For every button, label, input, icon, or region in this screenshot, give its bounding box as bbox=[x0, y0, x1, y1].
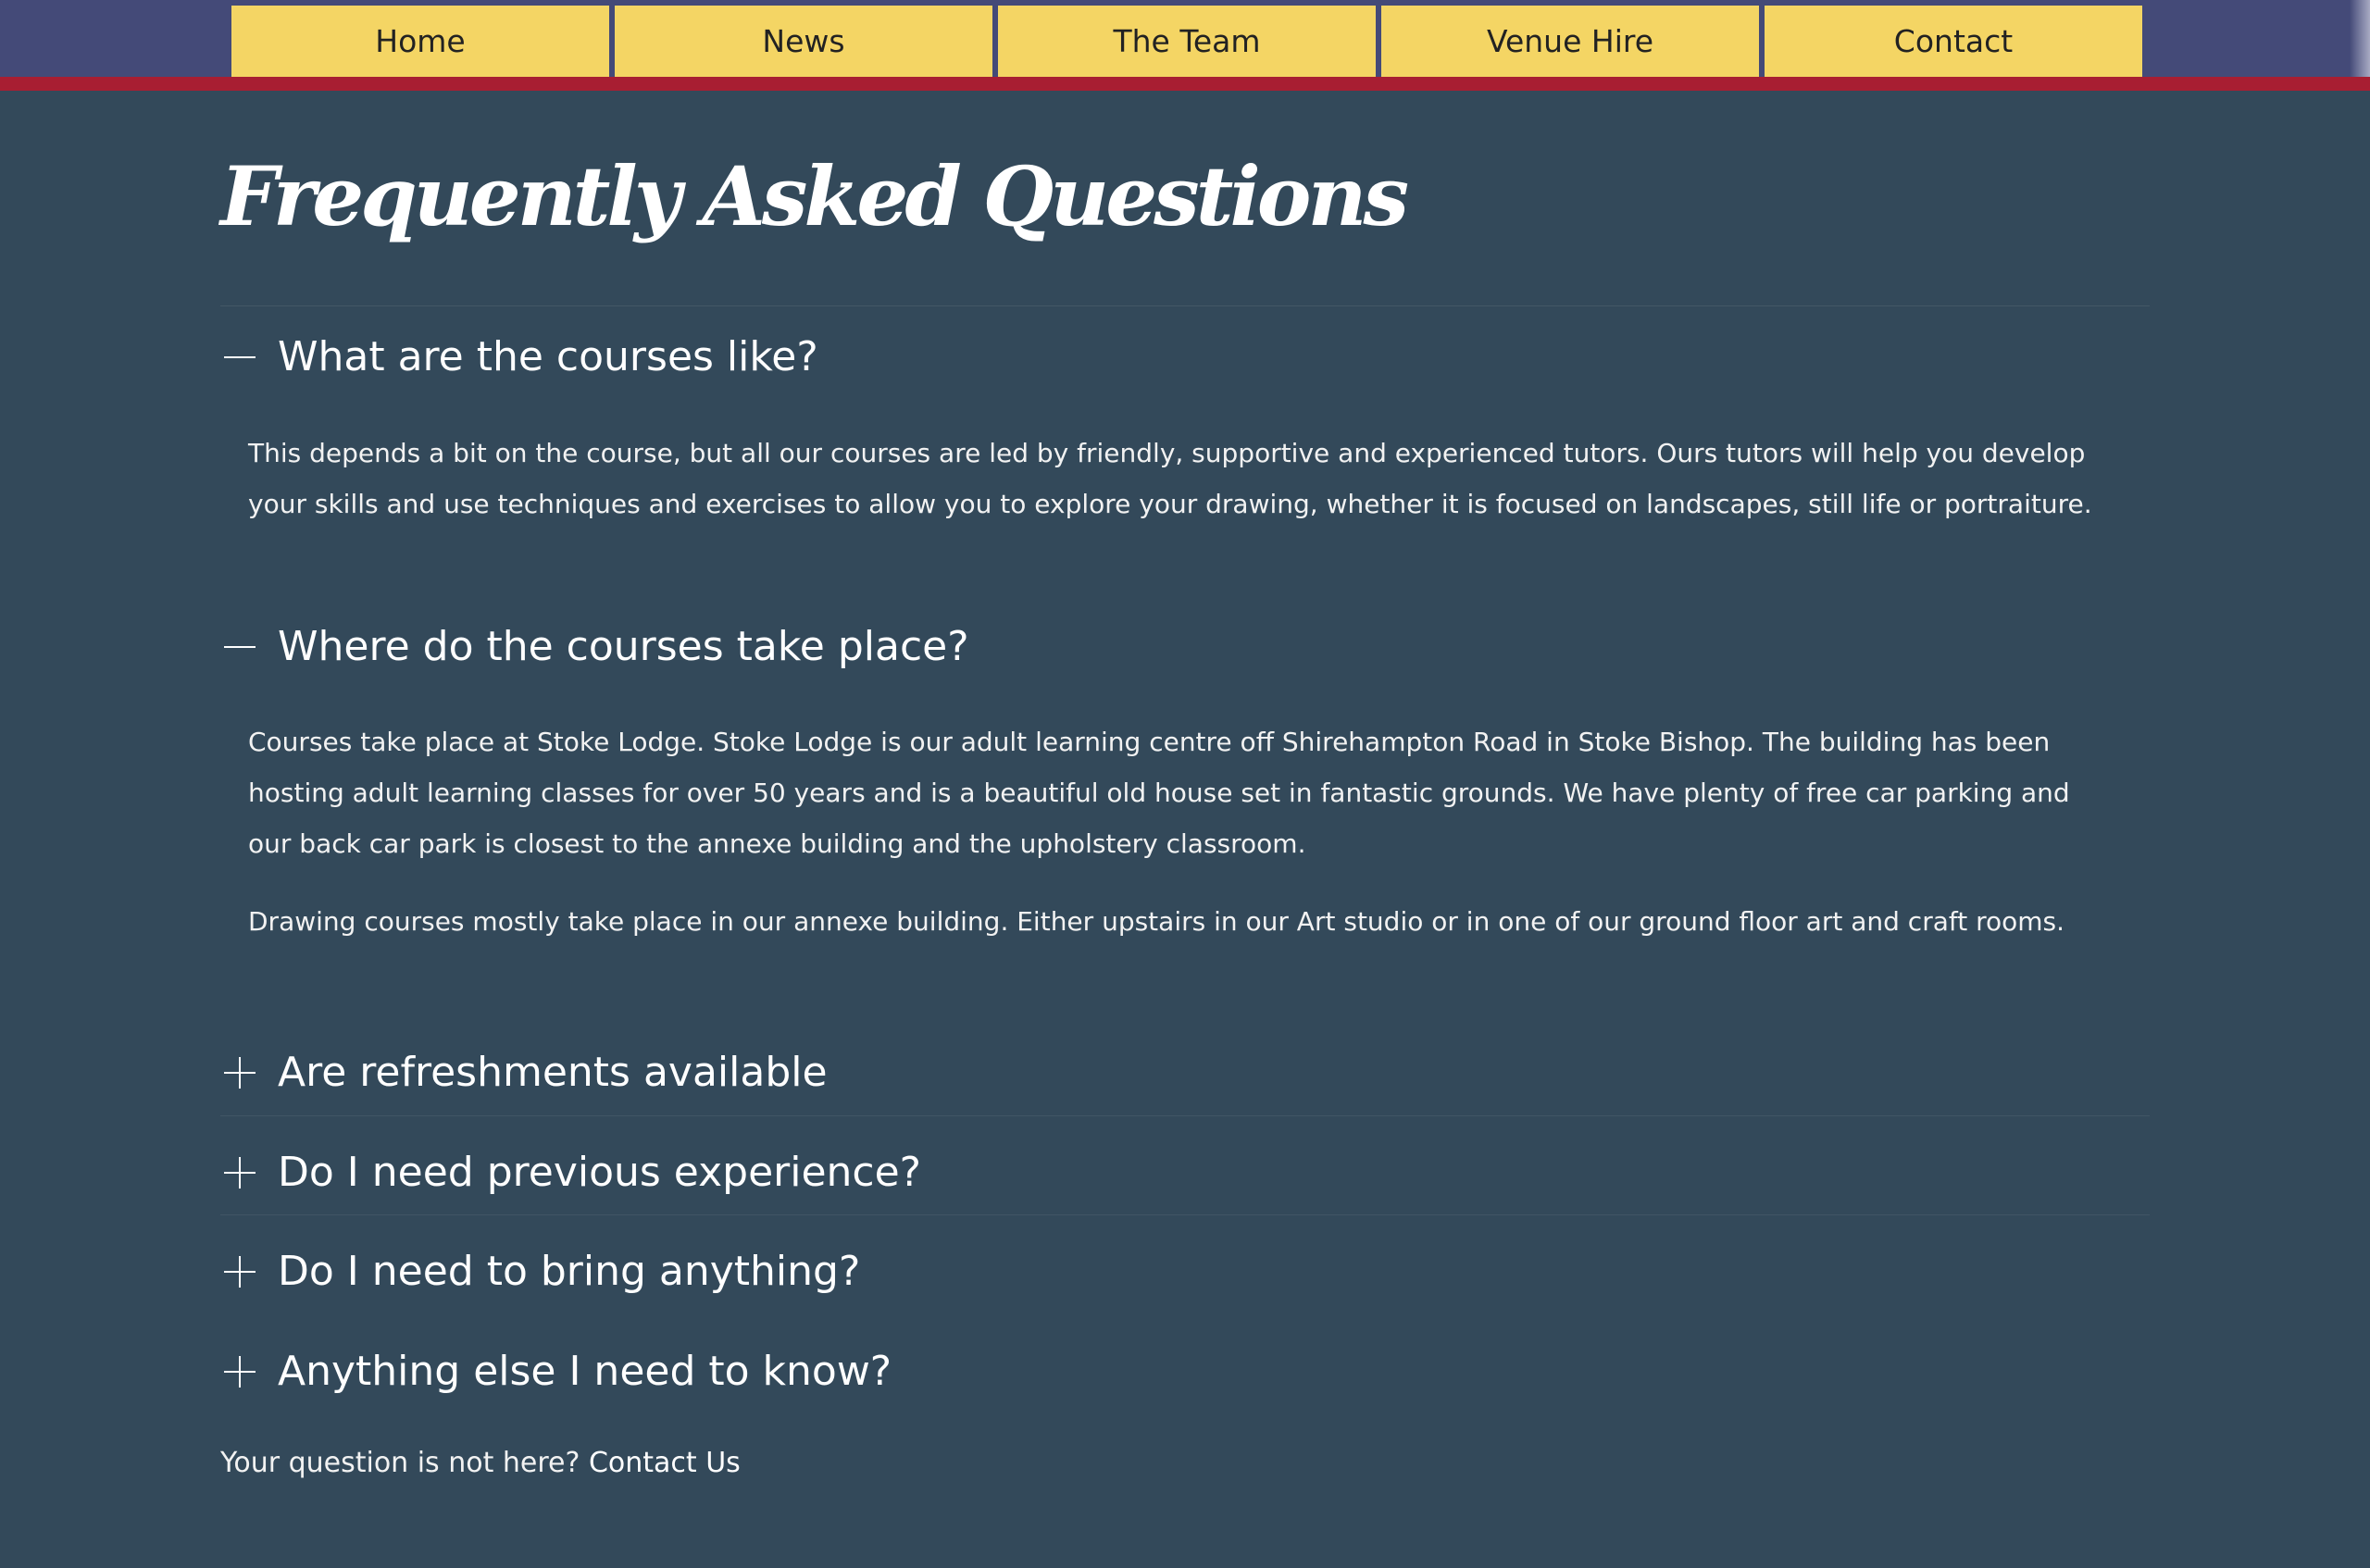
nav-contact[interactable]: Contact bbox=[1765, 6, 2142, 77]
row-divider bbox=[220, 1115, 2150, 1116]
nav-news[interactable]: News bbox=[615, 6, 992, 77]
page-title: Frequently Asked Questions bbox=[220, 148, 1409, 244]
plus-icon bbox=[220, 1353, 257, 1390]
faq-question-anything-else[interactable]: Anything else I need to know? bbox=[220, 1348, 892, 1395]
faq-question-courses-like[interactable]: What are the courses like? bbox=[220, 333, 818, 380]
faq-question-label: Are refreshments available bbox=[278, 1049, 828, 1096]
faq-answer-text: This depends a bit on the course, but al… bbox=[248, 438, 2092, 519]
faq-question-experience[interactable]: Do I need previous experience? bbox=[220, 1149, 921, 1196]
faq-question-label: Anything else I need to know? bbox=[278, 1348, 892, 1395]
plus-icon bbox=[220, 1154, 257, 1191]
faq-question-label: Where do the courses take place? bbox=[278, 623, 969, 670]
faq-answer-text: Courses take place at Stoke Lodge. Stoke… bbox=[248, 727, 2070, 859]
faq-question-label: Do I need previous experience? bbox=[278, 1149, 922, 1196]
nav-home[interactable]: Home bbox=[231, 6, 609, 77]
nav-the-team[interactable]: The Team bbox=[998, 6, 1376, 77]
plus-icon bbox=[220, 1253, 257, 1290]
plus-icon bbox=[220, 1054, 257, 1091]
faq-question-refreshments[interactable]: Are refreshments available bbox=[220, 1049, 828, 1096]
footer-prompt: Your question is not here? bbox=[220, 1447, 580, 1479]
row-divider bbox=[220, 1214, 2150, 1215]
contact-us-link[interactable]: Contact Us bbox=[589, 1447, 741, 1479]
topbar-edge-shade bbox=[2350, 0, 2370, 77]
faq-question-label: What are the courses like? bbox=[278, 333, 818, 380]
faq-question-bring[interactable]: Do I need to bring anything? bbox=[220, 1248, 860, 1295]
faq-footer: Your question is not here? Contact Us bbox=[220, 1447, 741, 1479]
minus-icon bbox=[220, 339, 257, 376]
faq-question-where[interactable]: Where do the courses take place? bbox=[220, 623, 969, 670]
accent-stripe bbox=[0, 77, 2370, 91]
nav-venue-hire[interactable]: Venue Hire bbox=[1381, 6, 1759, 77]
faq-question-label: Do I need to bring anything? bbox=[278, 1248, 861, 1295]
faq-answer-text: Drawing courses mostly take place in our… bbox=[248, 906, 2065, 937]
minus-icon bbox=[220, 628, 257, 666]
title-divider bbox=[220, 305, 2150, 306]
main-nav: Home News The Team Venue Hire Contact bbox=[231, 6, 2142, 77]
